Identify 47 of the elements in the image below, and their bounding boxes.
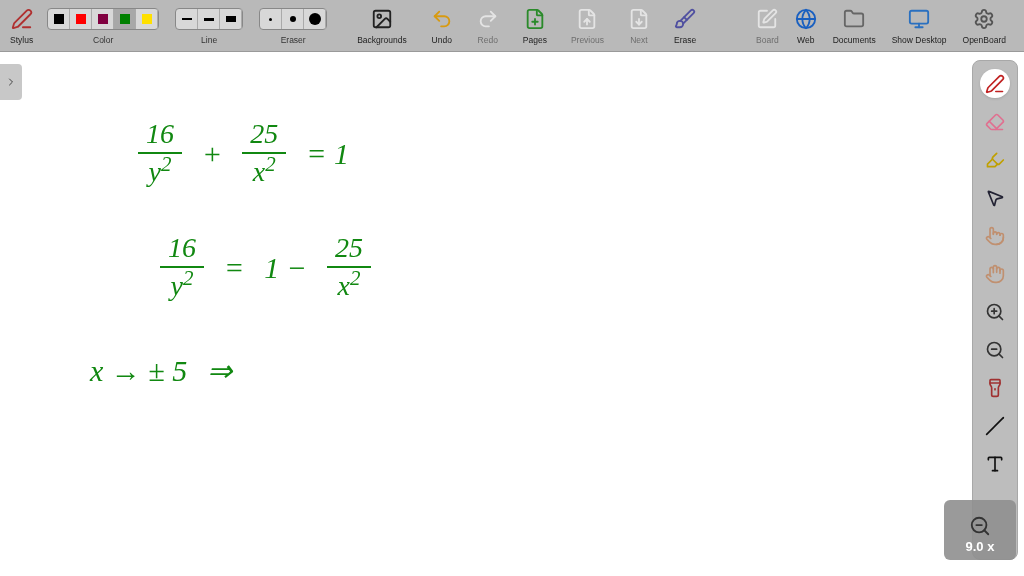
handwritten-fraction: 25 x$^{2}$ xyxy=(327,234,371,300)
highlighter-icon xyxy=(985,149,1005,170)
pen-icon xyxy=(10,8,33,31)
board-icon xyxy=(756,8,779,31)
color-label: Color xyxy=(93,34,114,47)
toolbar-button[interactable]: Undo xyxy=(424,3,459,51)
dock-tool-button[interactable] xyxy=(980,69,1010,98)
line-width-icon xyxy=(203,17,214,21)
toolbar-button[interactable]: Erase xyxy=(667,3,703,51)
handwritten-fraction: 16 y$^{2}$ xyxy=(138,120,182,186)
eraser-size-icon xyxy=(269,17,273,21)
side-panel-toggle[interactable] xyxy=(0,64,22,100)
handwritten-fraction: 16 y$^{2}$ xyxy=(160,234,204,300)
eraser-size-icon xyxy=(289,16,296,23)
zoom-out-icon xyxy=(985,339,1005,360)
eraser-size-icon xyxy=(308,13,321,26)
handwritten-text: 1 − xyxy=(264,249,307,286)
toolbar-button[interactable]: Pages xyxy=(516,3,553,51)
globe-icon xyxy=(794,8,817,31)
monitor-icon xyxy=(908,8,931,31)
toolbar-button[interactable]: Web xyxy=(788,3,823,51)
toolbar-button[interactable]: Show Desktop xyxy=(885,3,953,51)
color-swatch[interactable] xyxy=(114,9,137,30)
hand-icon xyxy=(985,263,1005,284)
handwritten-text: = 1 xyxy=(306,135,349,172)
grid-image-icon xyxy=(370,8,393,31)
gear-icon xyxy=(973,8,996,31)
zoom-out-icon xyxy=(969,514,991,537)
eraser-icon xyxy=(985,111,1005,132)
handwritten-text: ⇒ xyxy=(207,353,233,389)
pen-icon xyxy=(985,73,1005,94)
handwritten-text: = xyxy=(224,249,245,286)
line-icon xyxy=(985,415,1005,436)
zoom-in-icon xyxy=(985,301,1005,322)
line-width-icon xyxy=(181,18,192,21)
line-width-icon xyxy=(225,16,236,23)
line-label: Line xyxy=(201,34,218,47)
zoom-reading: 9.0 x xyxy=(965,537,995,556)
handwritten-text: + xyxy=(202,135,223,172)
toolbar-button[interactable]: Stylus xyxy=(4,3,40,51)
pointing-hand-icon xyxy=(985,225,1005,246)
handwritten-text: x → ± 5 xyxy=(90,353,188,389)
eraser-label: Eraser xyxy=(280,34,306,47)
handwritten-fraction: 25 x$^{2}$ xyxy=(242,120,287,186)
toolbar-button[interactable]: Backgrounds xyxy=(351,3,413,51)
toolbar-button[interactable]: OpenBoard xyxy=(956,3,1012,51)
toolbar-button[interactable]: Documents xyxy=(826,3,882,51)
